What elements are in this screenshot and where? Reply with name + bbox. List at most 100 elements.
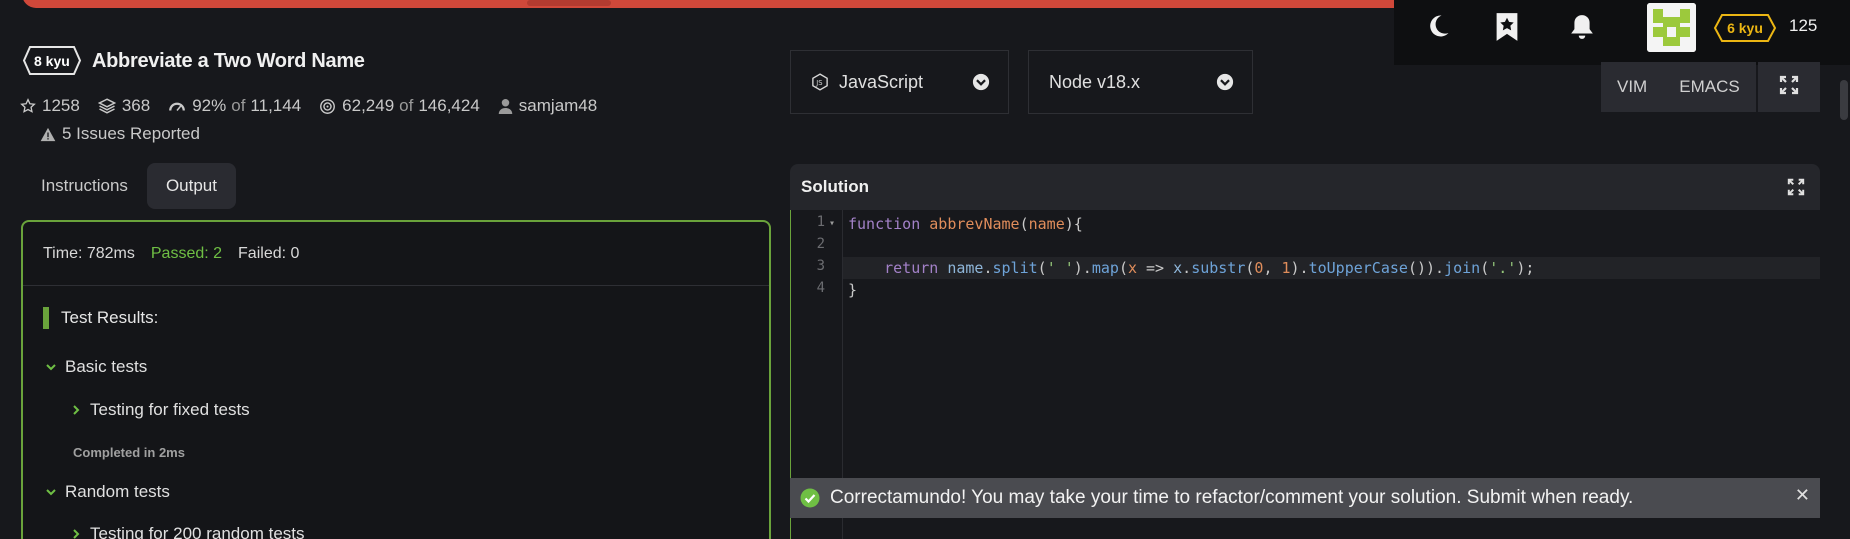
success-banner: Correctamundo! You may take your time to…: [790, 478, 1820, 518]
satisfaction-pct: 92%: [192, 96, 227, 115]
user-icon: [498, 98, 513, 115]
expand-icon: [1779, 75, 1799, 100]
author-stat[interactable]: samjam48: [498, 96, 597, 116]
version-value: Node v18.x: [1049, 71, 1141, 92]
top-banner: [22, 0, 1437, 8]
code-token: 1: [1281, 259, 1291, 277]
editor-mode-group: VIM EMACS: [1601, 62, 1756, 112]
rank-badge[interactable]: 6 kyu: [1713, 13, 1777, 43]
of-text: of: [231, 96, 246, 115]
test-case-fixed[interactable]: Testing for fixed tests: [70, 400, 250, 420]
kata-stats: 1258 368 92% of 11,144 62,249 of 146,424…: [20, 96, 615, 116]
code-token: abbrevName: [929, 215, 1020, 233]
chevron-right-icon: [70, 404, 82, 416]
expand-icon[interactable]: [1787, 178, 1805, 196]
page-scrollbar[interactable]: [1838, 80, 1850, 539]
code-token: return: [884, 259, 939, 277]
check-circle-icon: [800, 488, 820, 508]
language-value: JavaScript: [839, 71, 924, 92]
time-text: Time: 782ms: [43, 244, 135, 262]
user-topbar: [1394, 0, 1850, 65]
gauge-icon: [168, 98, 186, 114]
completed-stat: 62,249 of 146,424: [319, 96, 480, 116]
chevron-down-icon: [45, 486, 57, 498]
test-group-random[interactable]: Random tests: [45, 482, 170, 502]
stars-count: 1258: [42, 96, 80, 115]
chevron-right-icon: [70, 528, 82, 539]
warning-icon: [40, 127, 56, 142]
code-token: x: [1173, 259, 1183, 277]
scrollbar-thumb[interactable]: [1840, 80, 1848, 120]
collections-count: 368: [121, 96, 151, 115]
code-token: map: [1091, 259, 1119, 277]
rank-label: 6 kyu: [1727, 20, 1763, 36]
javascript-icon: JS: [811, 73, 829, 91]
chevron-down-icon: [1216, 73, 1234, 91]
attempts-count: 146,424: [418, 96, 480, 115]
line-number: 1: [816, 214, 825, 230]
results-accent-bar: [43, 307, 49, 329]
bookmark-star-icon[interactable]: [1494, 12, 1520, 42]
tab-instructions[interactable]: Instructions: [22, 163, 147, 209]
layers-icon: [97, 97, 116, 115]
chevron-down-icon: [972, 73, 990, 91]
close-icon[interactable]: ✕: [1795, 485, 1810, 506]
kyu-badge: 8 kyu: [22, 45, 82, 76]
avatar[interactable]: [1647, 3, 1696, 52]
line-number: 2: [816, 236, 825, 252]
code-token: =>: [1146, 259, 1165, 277]
version-select[interactable]: Node v18.x: [1028, 50, 1253, 114]
stars-stat[interactable]: 1258: [20, 96, 80, 116]
code-token: substr: [1191, 259, 1246, 277]
code-token: split: [992, 259, 1038, 277]
vim-mode-button[interactable]: VIM: [1601, 62, 1663, 112]
solution-header: Solution: [790, 164, 1820, 210]
code-token: '.': [1489, 259, 1517, 277]
kata-title[interactable]: Abbreviate a Two Word Name: [92, 50, 365, 73]
results-heading-label: Test Results:: [61, 308, 159, 327]
chevron-down-icon: [45, 361, 57, 373]
line-number: 4: [816, 280, 825, 296]
code-line-4: }: [848, 281, 858, 299]
of-text: of: [399, 96, 414, 115]
moon-icon[interactable]: [1424, 12, 1452, 40]
test-case-label: Testing for 200 random tests: [90, 524, 305, 539]
code-token: name: [1028, 215, 1065, 233]
code-token: ' ': [1046, 259, 1074, 277]
target-icon: [319, 98, 336, 115]
solution-title: Solution: [801, 177, 869, 196]
line-number: 3: [816, 258, 825, 274]
satisfaction-stat: 92% of 11,144: [168, 96, 301, 116]
failed-text: Failed: 0: [238, 244, 300, 262]
code-line-3: return name.split(' ').map(x => x.substr…: [884, 259, 1535, 277]
author-name: samjam48: [518, 96, 598, 115]
test-case-random[interactable]: Testing for 200 random tests: [70, 524, 305, 539]
code-token: name: [947, 259, 984, 277]
fold-arrow-icon[interactable]: ▾: [829, 218, 835, 229]
fullscreen-button[interactable]: [1758, 62, 1820, 112]
output-panel: Time: 782ms Passed: 2 Failed: 0 Test Res…: [21, 220, 771, 539]
kyu-label: 8 kyu: [34, 52, 70, 69]
collections-stat[interactable]: 368: [97, 96, 151, 116]
emacs-mode-button[interactable]: EMACS: [1663, 62, 1755, 112]
passed-text: Passed: 2: [150, 244, 223, 262]
issues-label: 5 Issues Reported: [62, 124, 200, 143]
timing-summary: Time: 782ms Passed: 2 Failed: 0: [23, 222, 769, 286]
code-token: toUpperCase: [1308, 259, 1408, 277]
satisfaction-total: 11,144: [250, 96, 302, 115]
code-token: x: [1127, 259, 1137, 277]
test-group-basic[interactable]: Basic tests: [45, 357, 147, 377]
issues-link[interactable]: 5 Issues Reported: [40, 124, 200, 144]
code-line-1: function abbrevName(name){: [848, 215, 1083, 233]
banner-pill: [527, 0, 611, 6]
language-select[interactable]: JS JavaScript: [790, 50, 1009, 114]
honor-points: 125: [1789, 16, 1818, 35]
star-icon: [20, 98, 36, 114]
test-group-label: Random tests: [65, 482, 170, 501]
bell-icon[interactable]: [1569, 12, 1595, 42]
test-group-label: Basic tests: [65, 357, 148, 376]
tab-output[interactable]: Output: [146, 163, 236, 209]
left-tabs: Instructions Output: [22, 163, 236, 209]
test-results-heading: Test Results:: [43, 307, 158, 329]
test-case-label: Testing for fixed tests: [90, 400, 250, 419]
